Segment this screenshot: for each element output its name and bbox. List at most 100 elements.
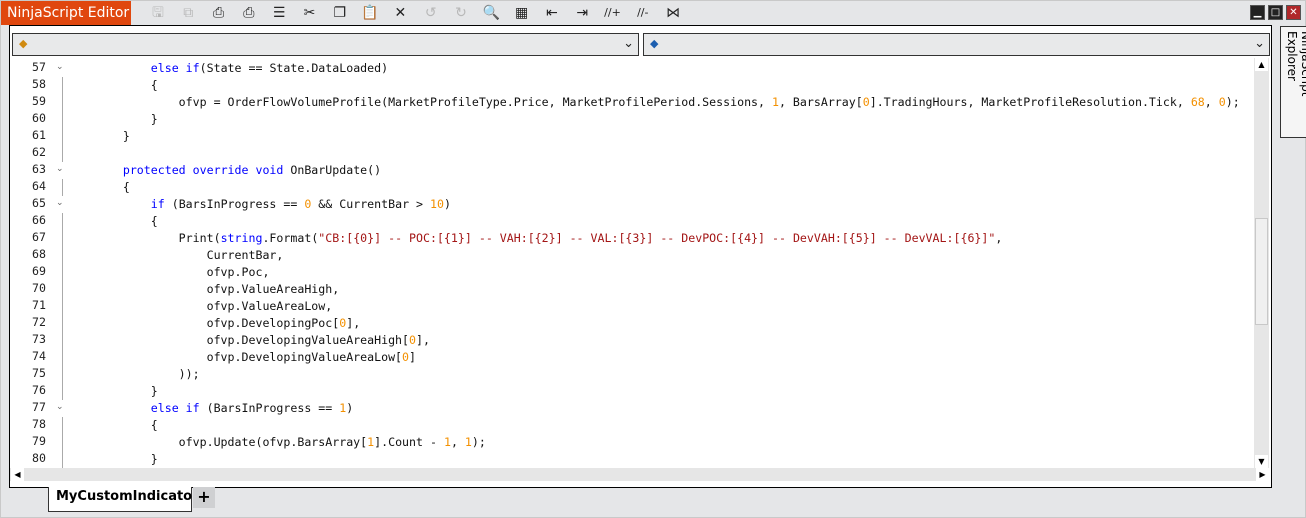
close-button[interactable]: ✕: [1286, 5, 1301, 20]
redo-icon[interactable]: ↻: [450, 3, 472, 23]
code-line: {: [67, 179, 130, 196]
code-token: ].TradingHours, MarketProfileResolution.…: [869, 95, 1191, 109]
code-line: ofvp.ValueAreaLow,: [67, 298, 333, 315]
line-number: 74: [32, 349, 46, 363]
code-line: ofvp.DevelopingPoc[0],: [67, 315, 361, 332]
code-line: Print(string.Format("CB:[{0}] -- POC:[{1…: [67, 230, 1003, 247]
code-token: else if: [150, 401, 200, 415]
code-token: 0: [409, 333, 417, 347]
line-number: 66: [32, 213, 46, 227]
code-token: ofvp.ValueAreaLow,: [67, 299, 333, 313]
fold-guide: [62, 230, 63, 247]
code-token: CurrentBar,: [67, 248, 284, 262]
scroll-up-icon[interactable]: ▲: [1255, 58, 1268, 71]
code-token: ));: [67, 367, 200, 381]
minimize-button[interactable]: ▁: [1250, 5, 1265, 20]
comment-icon[interactable]: //+: [602, 3, 624, 23]
code-token: .Format(: [262, 231, 319, 245]
uncomment-icon[interactable]: //-: [632, 3, 654, 23]
code-token: {: [67, 214, 158, 228]
code-line: }: [67, 383, 158, 400]
code-line: else if(State == State.DataLoaded): [67, 60, 388, 77]
type-dropdown[interactable]: ◆ ⌄: [12, 33, 639, 56]
fold-toggle-icon[interactable]: ⌄: [56, 198, 64, 208]
line-number: 62: [32, 145, 46, 159]
print-preview-icon[interactable]: ⎙: [238, 3, 260, 23]
fold-guide: [62, 366, 63, 383]
code-token: ],: [416, 333, 430, 347]
scroll-right-icon[interactable]: ▶: [1256, 468, 1269, 481]
outdent-icon[interactable]: ⇤: [541, 3, 563, 23]
code-line: ofvp.DevelopingValueAreaHigh[0],: [67, 332, 430, 349]
vertical-scrollbar[interactable]: ▲ ▼: [1254, 58, 1269, 468]
code-token: ],: [346, 316, 361, 330]
code-line: ofvp.Update(ofvp.BarsArray[1].Count - 1,…: [67, 434, 486, 451]
code-token: 10: [430, 197, 444, 211]
code-line: ofvp = OrderFlowVolumeProfile(MarketProf…: [67, 94, 1240, 111]
fold-guide: [62, 349, 63, 366]
scroll-left-icon[interactable]: ◀: [11, 468, 24, 481]
code-area[interactable]: 57 ⌄ 58 59 60 61 62 63 ⌄ 64 65 ⌄ 66 67 68 69 70 71 72 73 74 7…: [10, 58, 1254, 468]
fold-toggle-icon[interactable]: ⌄: [56, 402, 64, 412]
code-token: ]: [409, 350, 417, 364]
code-token: string: [220, 231, 263, 245]
fold-guide: [62, 247, 63, 264]
fold-guide: [62, 128, 63, 145]
print-icon[interactable]: ⎙: [208, 3, 230, 23]
line-number: 78: [32, 417, 46, 431]
code-token: ,: [1204, 95, 1219, 109]
fold-guide: [62, 451, 63, 468]
code-token: 1: [771, 95, 779, 109]
line-number: 77: [32, 400, 46, 414]
code-line: else if (BarsInProgress == 1): [67, 400, 353, 417]
line-number: 79: [32, 434, 46, 448]
fold-toggle-icon[interactable]: ⌄: [56, 62, 64, 72]
code-line: ofvp.ValueAreaHigh,: [67, 281, 340, 298]
fold-guide: [62, 298, 63, 315]
visual-studio-icon[interactable]: ⋈: [662, 3, 684, 23]
save-icon[interactable]: 🖫: [147, 3, 169, 23]
maximize-button[interactable]: □: [1268, 5, 1283, 20]
code-line: }: [67, 451, 158, 468]
code-token: );: [471, 435, 486, 449]
tab-my-custom-indicator[interactable]: MyCustomIndicator: [48, 487, 199, 512]
paste-icon[interactable]: 📋: [359, 3, 381, 23]
add-tab-button[interactable]: +: [193, 487, 215, 508]
fold-guide: [62, 111, 63, 128]
code-token: Print(: [67, 231, 221, 245]
code-token: , BarsArray[: [778, 95, 863, 109]
line-number: 72: [32, 315, 46, 329]
line-number: 75: [32, 366, 46, 380]
line-number: 63: [32, 162, 46, 176]
cut-icon[interactable]: ✂: [299, 3, 321, 23]
code-line: CurrentBar,: [67, 247, 284, 264]
code-token: ofvp.Poc,: [67, 265, 270, 279]
fold-guide: [62, 145, 63, 162]
scroll-down-icon[interactable]: ▼: [1255, 455, 1268, 468]
horizontal-scrollbar[interactable]: ◀ ▶: [10, 468, 1269, 481]
code-token: (BarsInProgress ==: [199, 401, 340, 415]
insert-snippet-icon[interactable]: ▦: [511, 3, 533, 23]
code-line: {: [67, 77, 158, 94]
delete-icon[interactable]: ✕: [389, 3, 411, 23]
copy-icon[interactable]: ❐: [329, 3, 351, 23]
vertical-scroll-thumb[interactable]: [1255, 218, 1268, 325]
fold-guide: [62, 94, 63, 111]
line-number: 73: [32, 332, 46, 346]
member-dropdown[interactable]: ◆ ⌄: [643, 33, 1270, 56]
fold-guide: [62, 77, 63, 94]
fold-guide: [62, 213, 63, 230]
ninjascript-explorer-tab[interactable]: NinjaScript Explorer: [1280, 26, 1306, 138]
find-icon[interactable]: 🔍: [480, 3, 502, 23]
member-icon: ◆: [650, 37, 659, 50]
code-token: }: [67, 452, 158, 466]
indent-icon[interactable]: ⇥: [571, 3, 593, 23]
code-token: ofvp = OrderFlowVolumeProfile(MarketProf…: [67, 95, 772, 109]
line-number: 67: [32, 230, 46, 244]
fold-toggle-icon[interactable]: ⌄: [56, 164, 64, 174]
code-line: {: [67, 213, 158, 230]
properties-icon[interactable]: ☰: [268, 3, 290, 23]
save-all-icon[interactable]: ⧉: [177, 3, 199, 23]
undo-icon[interactable]: ↺: [420, 3, 442, 23]
